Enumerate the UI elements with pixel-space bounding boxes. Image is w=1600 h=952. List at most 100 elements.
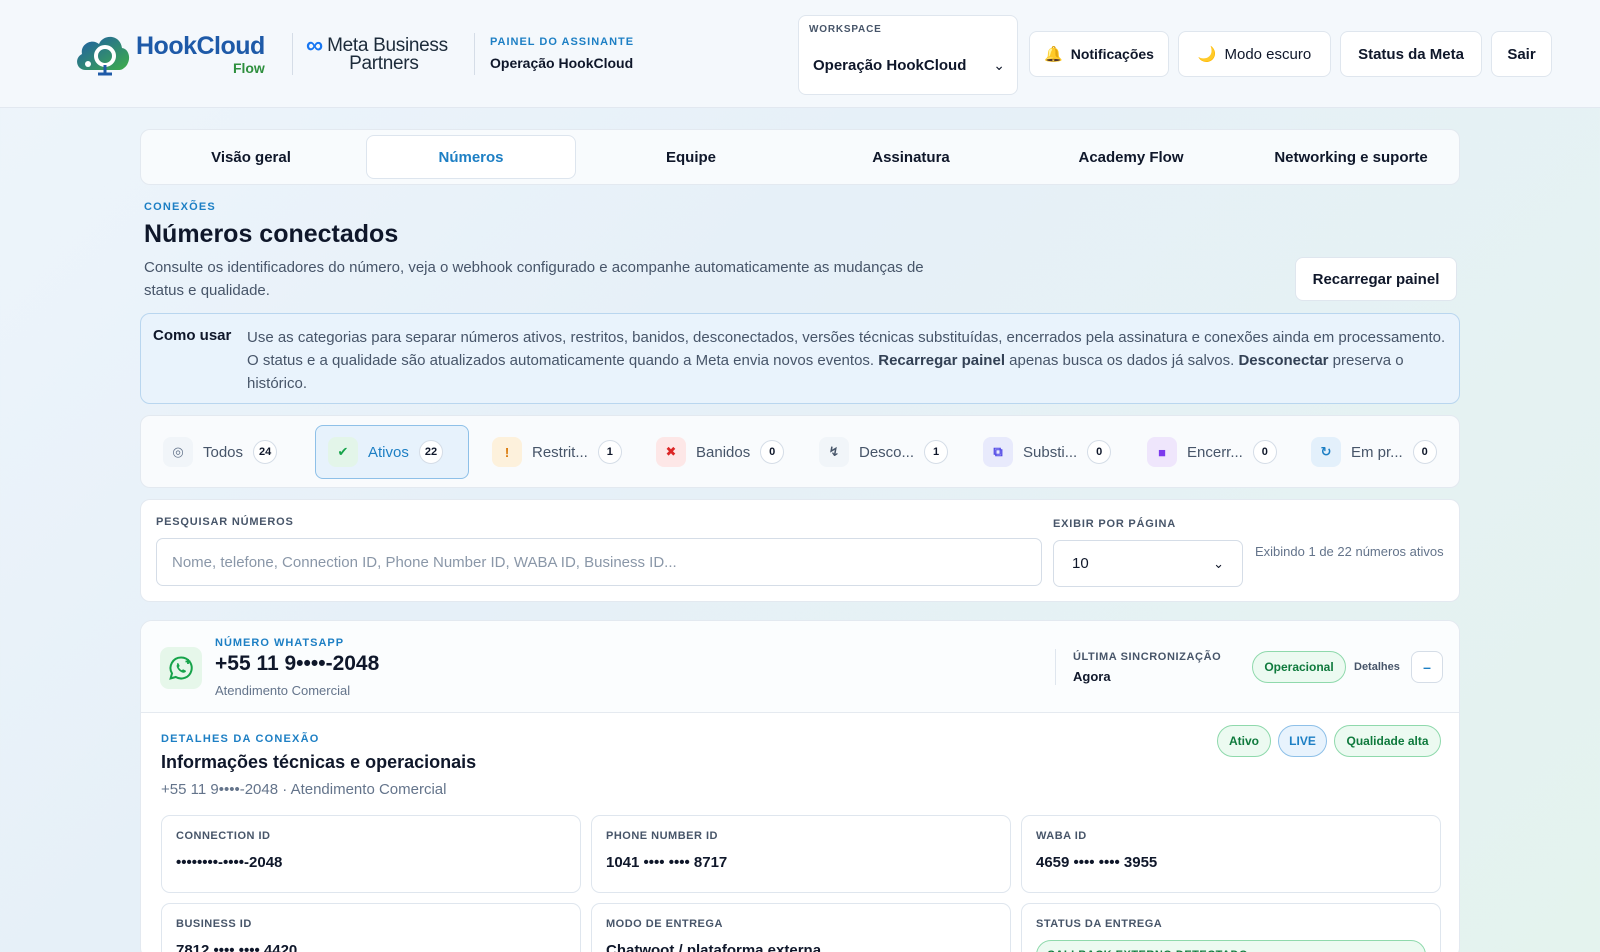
- unplug-icon: ↯: [819, 437, 849, 467]
- field-label: PHONE NUMBER ID: [606, 830, 719, 842]
- logo-wordmark: HookCloud: [136, 31, 265, 60]
- tab-team[interactable]: Equipe: [586, 135, 796, 179]
- tab-label: Equipe: [665, 148, 716, 166]
- page-description: Consulte os identificadores do número, v…: [144, 259, 924, 299]
- tab-academy[interactable]: Academy Flow: [1026, 135, 1236, 179]
- how-to-use-text: Use as categorias para separar números a…: [247, 326, 1447, 395]
- quality-badge: Qualidade alta: [1334, 725, 1441, 757]
- per-page-label: EXIBIR POR PÁGINA: [1053, 518, 1177, 530]
- filter-label: Encerr...: [1187, 443, 1243, 461]
- status-badge: Operacional: [1252, 651, 1346, 683]
- tab-overview[interactable]: Visão geral: [146, 135, 356, 179]
- section-kicker: CONEXÕES: [144, 201, 216, 213]
- field-label: WABA ID: [1036, 830, 1087, 842]
- business-id-field: BUSINESS ID 7812 •••• •••• 4420: [161, 903, 581, 952]
- workspace-value: Operação HookCloud: [813, 57, 967, 74]
- details-label: Detalhes: [1354, 661, 1400, 673]
- number-card-header[interactable]: NÚMERO WHATSAPP +55 11 9••••-2048 Atendi…: [141, 621, 1459, 713]
- filter-label: Em pr...: [1351, 443, 1403, 461]
- meta-status-label: Status da Meta: [1358, 45, 1464, 63]
- chevron-down-icon: ⌄: [993, 57, 1005, 73]
- tab-label: Números: [438, 148, 504, 166]
- divider: [1055, 649, 1056, 685]
- filter-label: Ativos: [368, 443, 409, 461]
- sync-value: Agora: [1073, 669, 1111, 684]
- howto-bold-disconnect: Desconectar: [1238, 352, 1329, 369]
- filter-all[interactable]: ◎ Todos 24: [151, 425, 296, 479]
- meta-status-button[interactable]: Status da Meta: [1340, 31, 1482, 77]
- filter-processing[interactable]: ↻ Em pr... 0: [1299, 425, 1449, 479]
- filter-count: 1: [597, 440, 622, 464]
- copy-icon: ⧉: [983, 437, 1013, 467]
- workspace-select[interactable]: WORKSPACE Operação HookCloud ⌄: [798, 15, 1018, 95]
- search-panel: PESQUISAR NÚMEROS EXIBIR POR PÁGINA 10 ⌄…: [140, 499, 1460, 602]
- delivery-mode-field: MODO DE ENTREGA Chatwoot / plataforma ex…: [591, 903, 1011, 952]
- page-title: Números conectados: [144, 220, 399, 248]
- x-icon: ✖: [656, 437, 686, 467]
- logout-button[interactable]: Sair: [1491, 31, 1552, 77]
- divider: [474, 33, 475, 75]
- active-badge: Ativo: [1217, 725, 1271, 757]
- meta-partner-badge: ∞ Meta Business Partners: [306, 34, 448, 74]
- tab-networking[interactable]: Networking e suporte: [1246, 135, 1456, 179]
- filter-closed[interactable]: ■ Encerr... 0: [1135, 425, 1285, 479]
- tab-label: Visão geral: [211, 148, 291, 166]
- collapse-details-button[interactable]: –: [1411, 651, 1443, 683]
- field-value: ••••••••-••••-2048: [176, 854, 283, 871]
- filter-label: Substi...: [1023, 443, 1078, 461]
- main-tabs: Visão geral Números Equipe Assinatura Ac…: [140, 129, 1460, 185]
- per-page-value: 10: [1072, 555, 1089, 572]
- warning-icon: !: [492, 437, 522, 467]
- filter-replaced[interactable]: ⧉ Substi... 0: [971, 425, 1121, 479]
- notifications-button[interactable]: 🔔 Notificações: [1029, 31, 1169, 77]
- filter-disconnected[interactable]: ↯ Desco... 1: [807, 425, 957, 479]
- field-value: 7812 •••• •••• 4420: [176, 942, 298, 952]
- filter-count: 24: [253, 440, 278, 464]
- filter-count: 0: [1087, 440, 1112, 464]
- hookcloud-logo[interactable]: HookCloud Flow: [72, 30, 265, 78]
- meta-line-2: Partners: [349, 53, 419, 74]
- details-kicker: DETALHES DA CONEXÃO: [161, 733, 320, 745]
- filter-banned[interactable]: ✖ Banidos 0: [644, 425, 792, 479]
- top-bar: HookCloud Flow ∞ Meta Business Partners …: [0, 0, 1600, 108]
- field-label: STATUS DA ENTREGA: [1036, 918, 1163, 930]
- panel-label: PAINEL DO ASSINANTE: [490, 36, 635, 48]
- field-value: Chatwoot / plataforma externa: [606, 942, 822, 952]
- dark-mode-button[interactable]: 🌙 Modo escuro: [1178, 31, 1331, 77]
- connection-id-field: CONNECTION ID ••••••••-••••-2048: [161, 815, 581, 893]
- divider: [292, 33, 293, 75]
- per-page-select[interactable]: 10 ⌄: [1053, 540, 1243, 587]
- search-input[interactable]: [156, 538, 1042, 586]
- bell-icon: 🔔: [1044, 46, 1063, 63]
- filter-label: Banidos: [696, 443, 751, 461]
- filter-count: 22: [418, 440, 444, 464]
- workspace-label: WORKSPACE: [809, 24, 882, 35]
- phone-number: +55 11 9••••-2048: [215, 652, 380, 675]
- details-subtitle: +55 11 9••••-2048 · Atendimento Comercia…: [161, 781, 447, 798]
- field-label: CONNECTION ID: [176, 830, 271, 842]
- tab-label: Academy Flow: [1078, 148, 1184, 166]
- details-title: Informações técnicas e operacionais: [161, 752, 477, 772]
- filter-label: Todos: [203, 443, 244, 461]
- refresh-icon: ↻: [1311, 437, 1341, 467]
- logout-label: Sair: [1507, 45, 1536, 63]
- field-value: 4659 •••• •••• 3955: [1036, 854, 1158, 871]
- tab-numbers[interactable]: Números: [366, 135, 576, 179]
- filter-restricted[interactable]: ! Restrit... 1: [480, 425, 632, 479]
- number-card: NÚMERO WHATSAPP +55 11 9••••-2048 Atendi…: [140, 620, 1460, 952]
- field-value: 1041 •••• •••• 8717: [606, 854, 728, 871]
- tab-subscription[interactable]: Assinatura: [806, 135, 1016, 179]
- field-label: BUSINESS ID: [176, 918, 252, 930]
- moon-icon: 🌙: [1197, 46, 1217, 63]
- filter-active[interactable]: ✔ Ativos 22: [315, 425, 469, 479]
- delivery-status-badge: CALLBACK EXTERNO DETECTADO: [1036, 940, 1426, 952]
- filter-count: 0: [1412, 440, 1437, 464]
- reload-panel-button[interactable]: Recarregar painel: [1295, 257, 1457, 301]
- field-label: MODO DE ENTREGA: [606, 918, 723, 930]
- waba-id-field: WABA ID 4659 •••• •••• 3955: [1021, 815, 1441, 893]
- stop-icon: ■: [1147, 437, 1177, 467]
- whatsapp-icon: [160, 647, 202, 689]
- dark-mode-label: Modo escuro: [1224, 45, 1312, 63]
- tab-label: Assinatura: [872, 148, 950, 166]
- results-count: Exibindo 1 de 22 números ativos: [1255, 544, 1444, 559]
